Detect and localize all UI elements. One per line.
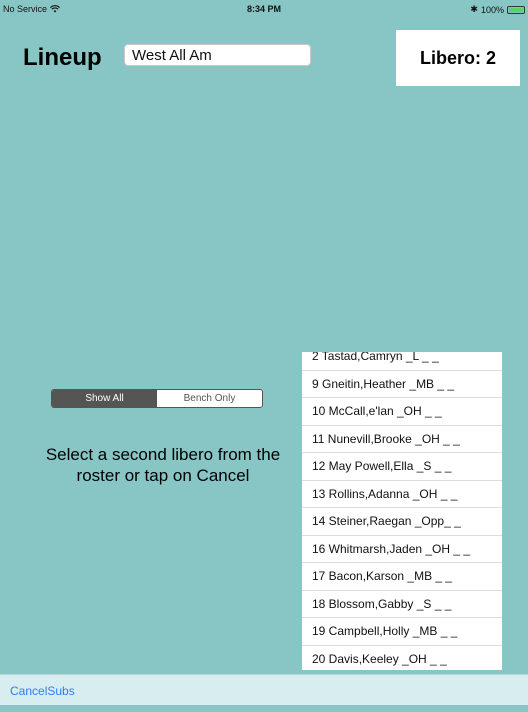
roster-list[interactable]: 2 Tastad,Camryn _L _ _ 9 Gneitin,Heather… [302, 352, 502, 670]
instruction-text: Select a second libero from the roster o… [45, 445, 281, 485]
segment-bench-only[interactable]: Bench Only [157, 390, 262, 407]
roster-filter-segment[interactable]: Show All Bench Only [51, 389, 263, 408]
cancel-subs-button[interactable]: CancelSubs [10, 684, 75, 698]
roster-item[interactable]: 16 Whitmarsh,Jaden _OH _ _ [302, 536, 502, 563]
roster-item[interactable]: 19 Campbell,Holly _MB _ _ [302, 618, 502, 646]
roster-item[interactable]: 18 Blossom,Gabby _S _ _ [302, 591, 502, 618]
bluetooth-icon: ✱ [470, 4, 478, 14]
segment-show-all[interactable]: Show All [52, 390, 157, 407]
libero-label: Libero: 2 [419, 47, 496, 68]
roster-item[interactable]: 9 Gneitin,Heather _MB _ _ [302, 371, 502, 398]
status-right: ✱ 100% [470, 4, 525, 15]
roster-item[interactable]: 13 Rollins,Adanna _OH _ _ [302, 481, 502, 508]
roster-item[interactable]: 11 Nunevill,Brooke _OH _ _ [302, 426, 502, 453]
roster-item[interactable]: 14 Steiner,Raegan _Opp_ _ [302, 508, 502, 536]
libero-count-box: Libero: 2 [396, 30, 520, 86]
roster-item[interactable]: 10 McCall,e'lan _OH _ _ [302, 398, 502, 426]
roster-item[interactable]: 2 Tastad,Camryn _L _ _ [302, 352, 502, 371]
battery-icon [507, 5, 525, 14]
team-name-input[interactable] [124, 44, 311, 66]
roster-item[interactable]: 20 Davis,Keeley _OH _ _ [302, 646, 502, 671]
bottom-toolbar: CancelSubs [0, 674, 528, 705]
roster-item[interactable]: 12 May Powell,Ella _S _ _ [302, 453, 502, 481]
status-time: 8:34 PM [246, 4, 281, 14]
roster-item[interactable]: 17 Bacon,Karson _MB _ _ [302, 563, 502, 591]
page-title: Lineup [23, 44, 102, 71]
battery-percent: 100% [480, 4, 504, 15]
status-bar: No Service 8:34 PM ✱ 100% [0, 0, 528, 18]
